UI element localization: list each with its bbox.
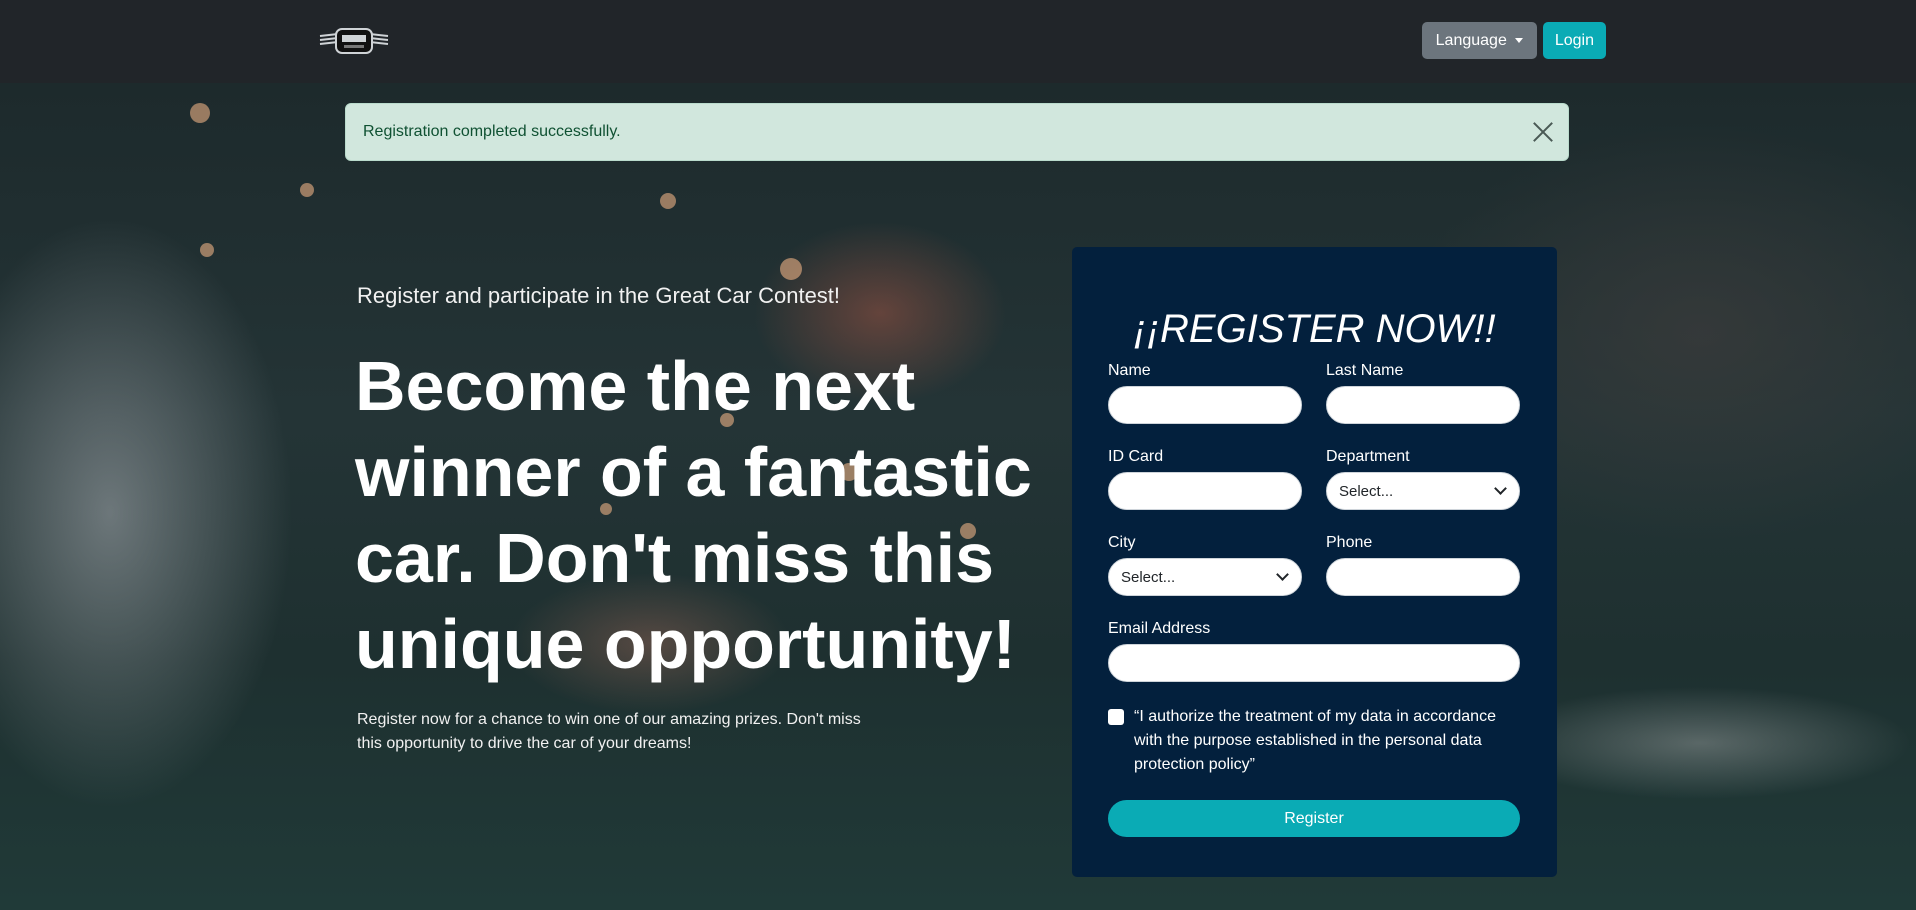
register-button[interactable]: Register (1108, 800, 1520, 837)
city-select-value: Select... (1121, 568, 1176, 586)
last-name-field-group: Last Name (1326, 362, 1520, 424)
phone-input[interactable] (1326, 558, 1520, 596)
city-field-group: City Select... (1108, 534, 1302, 596)
department-select-value: Select... (1339, 482, 1394, 500)
close-icon[interactable] (1532, 121, 1554, 143)
language-label: Language (1435, 31, 1507, 49)
navbar: Language Login (0, 0, 1916, 83)
id-card-input[interactable] (1108, 472, 1302, 510)
login-button[interactable]: Login (1542, 22, 1606, 59)
consent-checkbox[interactable] (1108, 709, 1124, 725)
success-alert: Registration completed successfully. (345, 103, 1569, 161)
hero-subtext: Register now for a chance to win one of … (357, 711, 861, 752)
department-label: Department (1326, 448, 1410, 465)
language-dropdown-button[interactable]: Language (1421, 22, 1537, 59)
chevron-down-icon (1276, 568, 1289, 581)
chevron-down-icon (1494, 482, 1507, 495)
register-form-card: ¡¡REGISTER NOW!! Name Last Name ID Card … (1072, 247, 1557, 877)
consent-row: “I authorize the treatment of my data in… (1108, 705, 1520, 777)
department-field-group: Department Select... (1326, 448, 1520, 510)
hero-headline: Become the next winner of a fantastic ca… (355, 347, 1032, 683)
caret-down-icon (1514, 38, 1523, 43)
hero-section: Registration completed successfully. Reg… (0, 83, 1916, 910)
name-input[interactable] (1108, 386, 1302, 424)
email-field-group: Email Address (1108, 620, 1520, 682)
id-card-field-group: ID Card (1108, 448, 1302, 510)
last-name-label: Last Name (1326, 362, 1404, 379)
city-label: City (1108, 534, 1136, 551)
name-label: Name (1108, 362, 1151, 379)
consent-text: “I authorize the treatment of my data in… (1134, 708, 1496, 773)
email-label: Email Address (1108, 620, 1211, 637)
city-select[interactable]: Select... (1108, 558, 1302, 596)
form-title: ¡¡REGISTER NOW!! (1133, 307, 1496, 351)
hero-lead: Register and participate in the Great Ca… (357, 283, 841, 308)
email-input[interactable] (1108, 644, 1520, 682)
name-field-group: Name (1108, 362, 1302, 424)
id-card-label: ID Card (1108, 448, 1164, 465)
phone-field-group: Phone (1326, 534, 1520, 596)
phone-label: Phone (1326, 534, 1373, 551)
department-select[interactable]: Select... (1326, 472, 1520, 510)
alert-message: Registration completed successfully. (363, 123, 621, 140)
car-logo-icon[interactable] (318, 24, 390, 58)
last-name-input[interactable] (1326, 386, 1520, 424)
